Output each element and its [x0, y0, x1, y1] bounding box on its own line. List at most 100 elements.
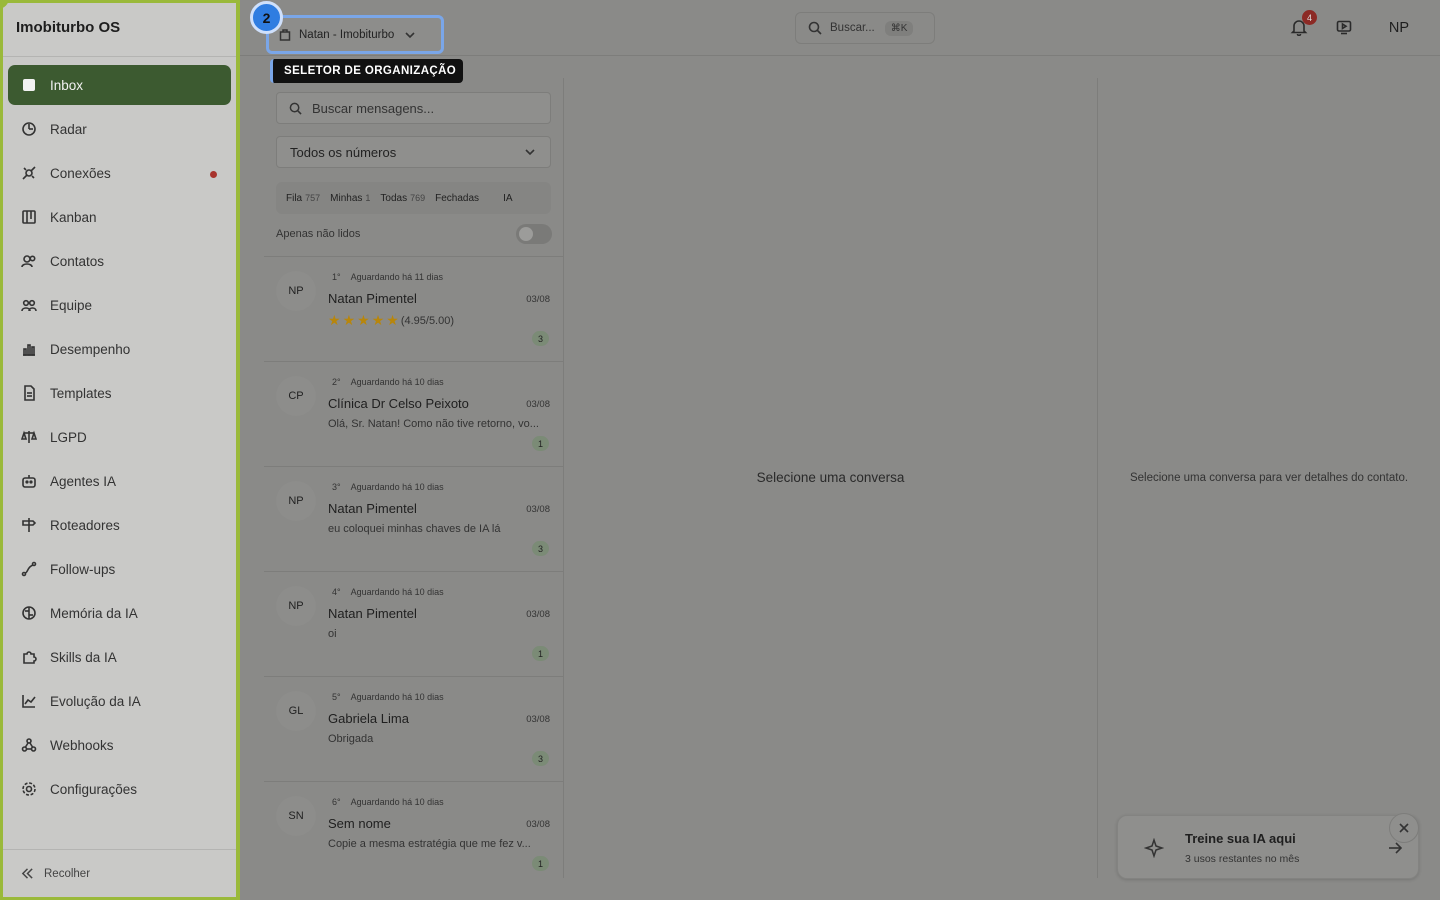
arrow-right-icon[interactable] [1388, 841, 1403, 855]
unread-toggle[interactable] [516, 224, 552, 244]
tab-label: Fechadas [435, 192, 480, 204]
rating-stars: ★ ★ ★ ★ ★ (4.95/5.00) [328, 312, 454, 329]
sidebar-item-skills-ia[interactable]: Skills da IA [8, 637, 231, 677]
route-icon [20, 560, 38, 578]
train-ai-card[interactable]: Treine sua IA aqui 3 usos restantes no m… [1117, 813, 1419, 879]
number-filter-select[interactable]: Todos os números [276, 136, 551, 168]
conversation-item[interactable]: NP 4° Aguardando há 10 dias Natan Pimente… [264, 571, 563, 676]
sidebar-item-agentes-ia[interactable]: Agentes IA [8, 461, 231, 501]
sidebar-item-label: Contatos [50, 253, 105, 269]
conversation-date: 03/08 [526, 819, 550, 830]
sidebar-item-kanban[interactable]: Kanban [8, 197, 231, 237]
sidebar-item-inbox[interactable]: Inbox [8, 65, 231, 105]
tab-ia[interactable]: IA [503, 193, 512, 204]
notifications-button[interactable]: 4 [1290, 10, 1317, 38]
document-icon [20, 384, 38, 402]
conversation-item[interactable]: NP 1° Aguardando há 11 dias Natan Pimente… [264, 256, 563, 361]
signpost-icon [20, 516, 38, 534]
scale-icon [20, 428, 38, 446]
sidebar-item-conexoes[interactable]: Conexões [8, 153, 231, 193]
empty-conversation-text: Selecione uma conversa [756, 469, 905, 485]
search-icon [289, 102, 302, 115]
tutorial-button[interactable] [1336, 19, 1354, 37]
user-avatar[interactable]: NP [1378, 20, 1420, 36]
sidebar-item-equipe[interactable]: Equipe [8, 285, 231, 325]
queue-meta: 5° Aguardando há 10 dias [332, 692, 444, 702]
conversation-date: 03/08 [526, 294, 550, 305]
contact-name: Gabriela Lima [328, 711, 409, 726]
sidebar-item-configuracoes[interactable]: Configurações [8, 769, 231, 809]
avatar: SN [276, 796, 316, 836]
global-search-button[interactable]: Buscar... ⌘K [795, 12, 935, 44]
sidebar-item-label: LGPD [50, 429, 87, 445]
collapse-label: Recolher [44, 867, 91, 880]
sidebar-item-lgpd[interactable]: LGPD [8, 417, 231, 457]
contact-details-panel: Selecione uma conversa para ver detalhes… [1097, 78, 1440, 878]
message-preview: eu coloquei minhas chaves de IA lá [328, 523, 501, 535]
tab-fechadas[interactable]: Fechadas [435, 193, 479, 204]
waiting-time: Aguardando há 10 dias [350, 587, 444, 597]
unread-count-badge: 3 [532, 331, 549, 346]
queue-meta: 1° Aguardando há 11 dias [332, 272, 443, 282]
queue-position: 1° [332, 272, 341, 282]
waiting-time: Aguardando há 11 dias [350, 272, 444, 282]
sidebar-item-evolucao-ia[interactable]: Evolução da IA [8, 681, 231, 721]
puzzle-icon [20, 648, 38, 666]
unread-count-badge: 1 [532, 856, 549, 871]
sidebar-item-label: Configurações [50, 781, 138, 797]
sidebar-item-follow-ups[interactable]: Follow-ups [8, 549, 231, 589]
org-selector[interactable]: Natan - Imobiturbo [266, 15, 444, 54]
radar-icon [20, 120, 38, 138]
rating-value: (4.95/5.00) [400, 314, 455, 327]
queue-position: 4° [332, 587, 341, 597]
notification-badge: 4 [1302, 10, 1317, 25]
conversation-item[interactable]: SN 6° Aguardando há 10 dias Sem nome 03/0… [264, 781, 563, 886]
sidebar: Imobiturbo OS Inbox Radar Conexões Kanba… [0, 0, 240, 900]
tab-fila[interactable]: Fila 757 [286, 193, 320, 204]
sidebar-item-templates[interactable]: Templates [8, 373, 231, 413]
global-search-label: Buscar... [830, 22, 875, 34]
webhook-icon [20, 736, 38, 754]
conversation-item[interactable]: NP 3° Aguardando há 10 dias Natan Pimente… [264, 466, 563, 571]
sidebar-item-webhooks[interactable]: Webhooks [8, 725, 231, 765]
conversation-item[interactable]: CP 2° Aguardando há 10 dias Clínica Dr Ce… [264, 361, 563, 466]
unread-count-badge: 3 [532, 751, 549, 766]
star-icon: ★ [342, 312, 356, 328]
queue-meta: 3° Aguardando há 10 dias [332, 482, 444, 492]
train-ai-title: Treine sua IA aqui [1185, 831, 1296, 846]
avatar: CP [276, 376, 316, 416]
queue-position: 2° [332, 377, 341, 387]
sidebar-item-memoria-ia[interactable]: Memória da IA [8, 593, 231, 633]
sidebar-item-desempenho[interactable]: Desempenho [8, 329, 231, 369]
tab-count: 1 [365, 192, 371, 203]
topbar-actions: 4 NP [1290, 0, 1440, 56]
collapse-sidebar-button[interactable]: Recolher [3, 849, 236, 897]
sparkle-icon [1143, 837, 1165, 859]
conversation-item[interactable]: GL 5° Aguardando há 10 dias Gabriela Lima… [264, 676, 563, 781]
conversation-panel: Buscar mensagens... Todos os números Fil… [264, 78, 564, 878]
star-icon: ★ [357, 312, 370, 328]
tab-todas[interactable]: Todas 769 [380, 193, 425, 204]
topbar: Natan - Imobiturbo 2 Buscar... ⌘K 4 NP [240, 0, 1440, 56]
unread-filter-label: Apenas não lidos [276, 228, 361, 240]
inbox-icon [20, 76, 38, 94]
close-icon [1399, 823, 1409, 833]
plug-icon [20, 164, 38, 182]
building-icon [279, 28, 291, 41]
sidebar-item-radar[interactable]: Radar [8, 109, 231, 149]
sidebar-item-roteadores[interactable]: Roteadores [8, 505, 231, 545]
sidebar-item-label: Kanban [50, 209, 97, 225]
queue-position: 5° [332, 692, 341, 702]
unread-count-badge: 1 [532, 646, 549, 661]
bar-chart-icon [20, 340, 38, 358]
sidebar-item-contatos[interactable]: Contatos [8, 241, 231, 281]
sidebar-item-label: Evolução da IA [50, 693, 141, 709]
message-search-input[interactable]: Buscar mensagens... [276, 92, 551, 124]
sidebar-nav: Inbox Radar Conexões Kanban Contatos Equ… [3, 57, 236, 809]
kanban-icon [20, 208, 38, 226]
message-preview: Obrigada [328, 733, 374, 745]
tab-minhas[interactable]: Minhas 1 [330, 193, 370, 204]
number-filter-value: Todos os números [290, 144, 397, 160]
trend-icon [20, 692, 38, 710]
close-train-card-button[interactable] [1389, 813, 1419, 843]
